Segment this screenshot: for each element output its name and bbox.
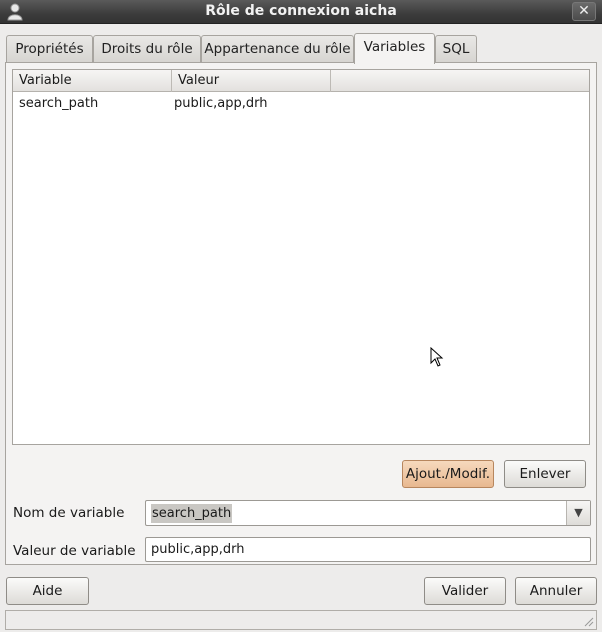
resize-grip-icon[interactable] [582, 615, 594, 627]
variables-list[interactable]: Variable Valeur search_path public,app,d… [12, 69, 590, 445]
list-header: Variable Valeur [13, 70, 589, 92]
ok-button[interactable]: Valider [424, 577, 506, 605]
variable-name-value: search_path [151, 504, 233, 523]
help-button[interactable]: Aide [6, 577, 89, 605]
title-bar: Rôle de connexion aicha ✕ [0, 0, 602, 24]
tab-proprietes[interactable]: Propriétés [6, 35, 93, 63]
tab-variables[interactable]: Variables [354, 33, 435, 64]
tab-sql[interactable]: SQL [435, 35, 477, 63]
chevron-down-icon[interactable]: ▼ [566, 501, 590, 525]
add-modify-button[interactable]: Ajout./Modif. [402, 460, 494, 488]
tab-droits-du-role[interactable]: Droits du rôle [93, 35, 201, 63]
remove-button[interactable]: Enlever [504, 460, 586, 488]
cell-variable: search_path [19, 96, 99, 111]
cell-valeur: public,app,drh [174, 96, 268, 111]
list-item[interactable]: search_path public,app,drh [13, 94, 589, 114]
status-bar [5, 610, 597, 630]
close-icon[interactable]: ✕ [572, 2, 596, 21]
variable-name-combobox[interactable]: search_path ▼ [145, 500, 591, 526]
variable-value-field[interactable]: public,app,drh [145, 537, 591, 562]
mouse-pointer-icon [430, 347, 444, 367]
cancel-button[interactable]: Annuler [515, 577, 597, 605]
variable-value-label: Valeur de variable [13, 543, 136, 559]
window-title: Rôle de connexion aicha [205, 3, 397, 19]
variable-name-label: Nom de variable [13, 505, 125, 521]
column-header-variable[interactable]: Variable [13, 70, 172, 92]
column-header-valeur[interactable]: Valeur [172, 70, 331, 92]
tab-appartenance-du-role[interactable]: Appartenance du rôle [201, 35, 354, 63]
